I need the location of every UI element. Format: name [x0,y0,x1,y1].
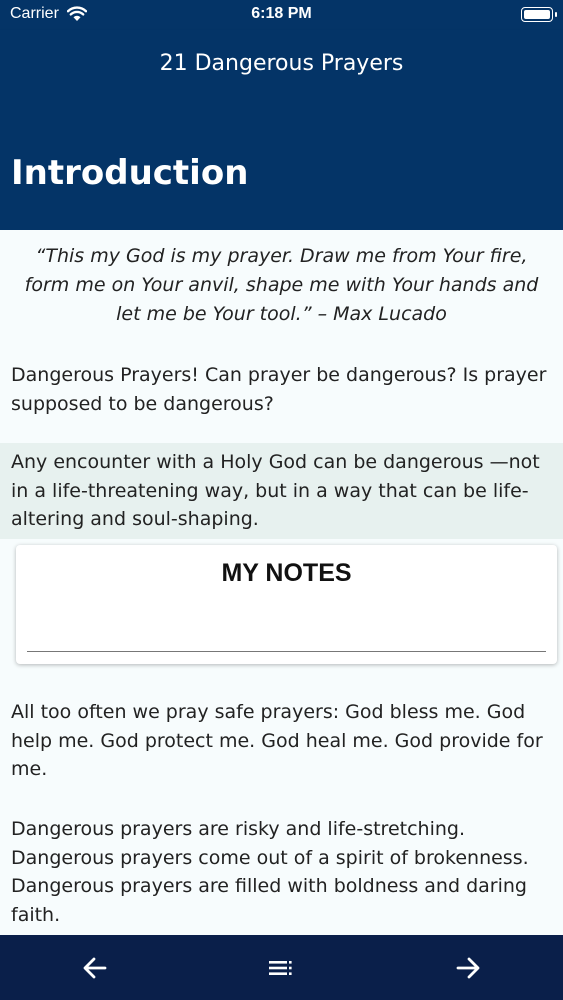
notes-title: MY NOTES [221,559,352,587]
page-title: Introduction [11,153,249,193]
status-time: 6:18 PM [251,5,312,22]
status-bar: Carrier 6:18 PM [0,0,563,30]
back-arrow-icon[interactable] [81,954,109,982]
menu-icon[interactable] [267,954,295,982]
nav-title: 21 Dangerous Prayers [159,51,404,76]
forward-arrow-icon[interactable] [454,954,482,982]
paragraph: Dangerous prayers are risky and life-str… [11,818,529,926]
notes-card: MY NOTES [16,545,557,664]
content-scroll-area[interactable]: “This my God is my prayer. Draw me from … [0,230,563,935]
battery-icon [521,7,557,22]
page-header: Introduction [0,105,563,230]
quote-text: “This my God is my prayer. Draw me from … [24,245,539,325]
notes-input[interactable] [27,607,546,652]
paragraph: All too often we pray safe prayers: God … [11,701,543,780]
nav-bar: 21 Dangerous Prayers [0,30,563,105]
paragraph: Dangerous Prayers! Can prayer be dangero… [11,364,547,415]
highlighted-paragraph[interactable]: Any encounter with a Holy God can be dan… [0,443,563,539]
bottom-toolbar [0,935,563,1000]
